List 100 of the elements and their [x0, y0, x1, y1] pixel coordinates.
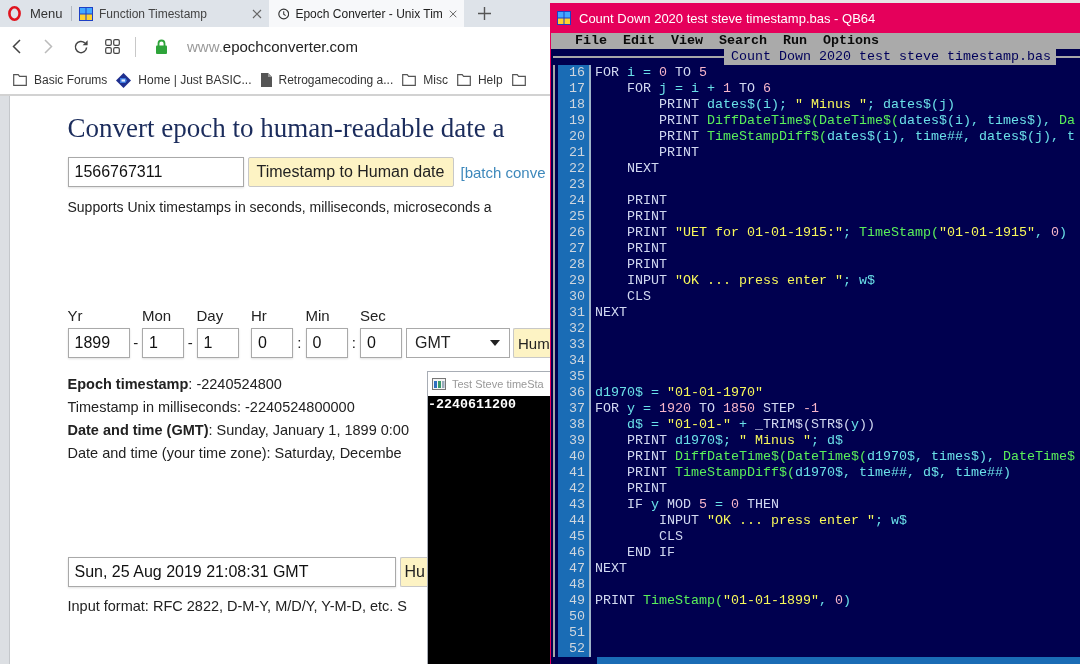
line-number: 33: [558, 337, 591, 353]
browser-tab[interactable]: Epoch Converter - Unix Tim: [269, 0, 464, 27]
bookmark[interactable]: Help: [456, 70, 503, 90]
line-number: 23: [558, 177, 591, 193]
line-number: 24: [558, 193, 591, 209]
menu-item[interactable]: File: [575, 33, 607, 49]
field-separator: :: [350, 333, 357, 353]
supported-formats-note: Supports Unix timestamps in seconds, milliseconds, microseconds a: [67, 198, 492, 217]
code-line: PRINT: [627, 241, 667, 257]
field-label: Sec: [360, 307, 386, 325]
menu-item[interactable]: Run: [783, 33, 807, 49]
menu-item[interactable]: Search: [719, 33, 767, 49]
timezone-select[interactable]: GMT: [406, 328, 510, 358]
document-icon: [260, 73, 272, 87]
app-logo-icon: [79, 6, 93, 21]
result-line: Date and time (your time zone): Saturday, Decembe: [67, 444, 403, 463]
menu-item[interactable]: Options: [823, 33, 879, 49]
date-string-input[interactable]: Sun, 25 Aug 2019 21:08:31 GMT: [67, 557, 396, 587]
code-line: PRINT: [627, 257, 667, 273]
line-number: 19: [558, 113, 591, 129]
lock-icon: [156, 39, 167, 54]
code-line: PRINT: [659, 145, 699, 161]
code-line: PRINT: [627, 193, 667, 209]
window-icon: [432, 378, 446, 390]
line-number: 51: [558, 625, 591, 641]
date-part-input[interactable]: 0: [305, 328, 348, 358]
date-part-input[interactable]: 1899: [67, 328, 130, 358]
line-number: 37: [558, 401, 591, 417]
line-number: 47: [558, 561, 591, 577]
code-line: END IF: [627, 545, 675, 561]
line-number: 35: [558, 369, 591, 385]
address-field[interactable]: www.epochconverter.com: [156, 32, 364, 61]
date-part-input[interactable]: 1: [196, 328, 239, 358]
line-number: 17: [558, 81, 591, 97]
line-number: 29: [558, 273, 591, 289]
date-part-input[interactable]: 0: [360, 328, 402, 358]
line-number: 20: [558, 129, 591, 145]
menu-item[interactable]: Edit: [623, 33, 655, 49]
line-number: 22: [558, 161, 591, 177]
line-number: 39: [558, 433, 591, 449]
browser-tab[interactable]: Function Timestamp: [74, 0, 269, 27]
line-number: 52: [558, 641, 591, 657]
line-number: 16: [558, 65, 591, 81]
bookmark[interactable]: Misc: [402, 70, 448, 90]
input-format-note: Input format: RFC 2822, D-M-Y, M/D/Y, Y-M-D, etc. S: [67, 597, 408, 616]
line-number: 41: [558, 465, 591, 481]
caret-icon: [490, 340, 500, 346]
code-line: NEXT: [627, 161, 659, 177]
menu-button[interactable]: Menu: [0, 0, 70, 27]
line-number: 21: [558, 145, 591, 161]
line-number: 42: [558, 481, 591, 497]
folder-icon: [511, 74, 526, 86]
convert-button[interactable]: Timestamp to Human date: [247, 157, 454, 187]
code-line: FOR j = i + 1 TO 6: [627, 81, 771, 97]
code-line: PRINT "UET for 01-01-1915:"; TimeStamp("01-01-1915", 0): [627, 225, 1067, 241]
logo-ring-icon: [8, 6, 21, 21]
code-line: INPUT "OK ... press enter "; w$: [659, 513, 907, 529]
batch-convert-link[interactable]: [batch conve: [460, 163, 546, 181]
date-part-input[interactable]: 1: [142, 328, 184, 358]
line-number: 26: [558, 225, 591, 241]
close-icon[interactable]: [448, 8, 457, 19]
timestamp-input[interactable]: 1566767311: [67, 157, 244, 187]
line-number: 31: [558, 305, 591, 321]
line-number: 46: [558, 545, 591, 561]
grid-icon[interactable]: [105, 39, 120, 54]
line-number: 36: [558, 385, 591, 401]
site-logo-icon: [116, 72, 132, 88]
result-line: Epoch timestamp: -2240524800: [67, 375, 283, 394]
bookmark[interactable]: Retrogamecoding a...: [260, 70, 394, 90]
horizontal-scrollbar[interactable]: [597, 657, 1080, 664]
reload-icon[interactable]: [73, 38, 89, 55]
line-number: 49: [558, 593, 591, 609]
field-label: Min: [305, 307, 330, 325]
date-part-input[interactable]: 0: [251, 328, 293, 358]
line-number: 40: [558, 449, 591, 465]
new-tab-plus-icon[interactable]: [478, 7, 491, 20]
convert-date-button[interactable]: Hu: [399, 557, 428, 587]
bookmark[interactable]: Home | Just BASIC...: [116, 70, 252, 90]
code-line: d$ = "01-01-" + _TRIM$(STR$(y)): [627, 417, 875, 433]
code-line: PRINT dates$(i); " Minus "; dates$(j): [659, 97, 955, 113]
line-number: 18: [558, 97, 591, 113]
human-to-timestamp-button[interactable]: Hum: [513, 328, 550, 358]
code-line: PRINT DiffDateTime$(DateTime$(dates$(i), times$), Da: [659, 113, 1075, 129]
line-number: 50: [558, 609, 591, 625]
field-label: Hr: [251, 307, 267, 325]
result-line: Timestamp in milliseconds: -2240524800000: [67, 398, 356, 417]
menu-item[interactable]: View: [671, 33, 703, 49]
back-icon[interactable]: [12, 39, 21, 54]
line-number: 27: [558, 241, 591, 257]
field-separator: :: [296, 333, 303, 353]
field-label: Yr: [67, 307, 83, 325]
code-line: CLS: [659, 529, 683, 545]
window-title: Count Down 2020 test steve timestamp.bas - QB64: [579, 10, 876, 26]
bookmark[interactable]: Basic Forums: [13, 70, 108, 90]
line-number: 28: [558, 257, 591, 273]
field-label: Mon: [142, 307, 172, 325]
output-line: -2240611200: [428, 397, 517, 413]
close-icon[interactable]: [252, 8, 262, 19]
line-number: 34: [558, 353, 591, 369]
folder-icon: [13, 74, 27, 86]
